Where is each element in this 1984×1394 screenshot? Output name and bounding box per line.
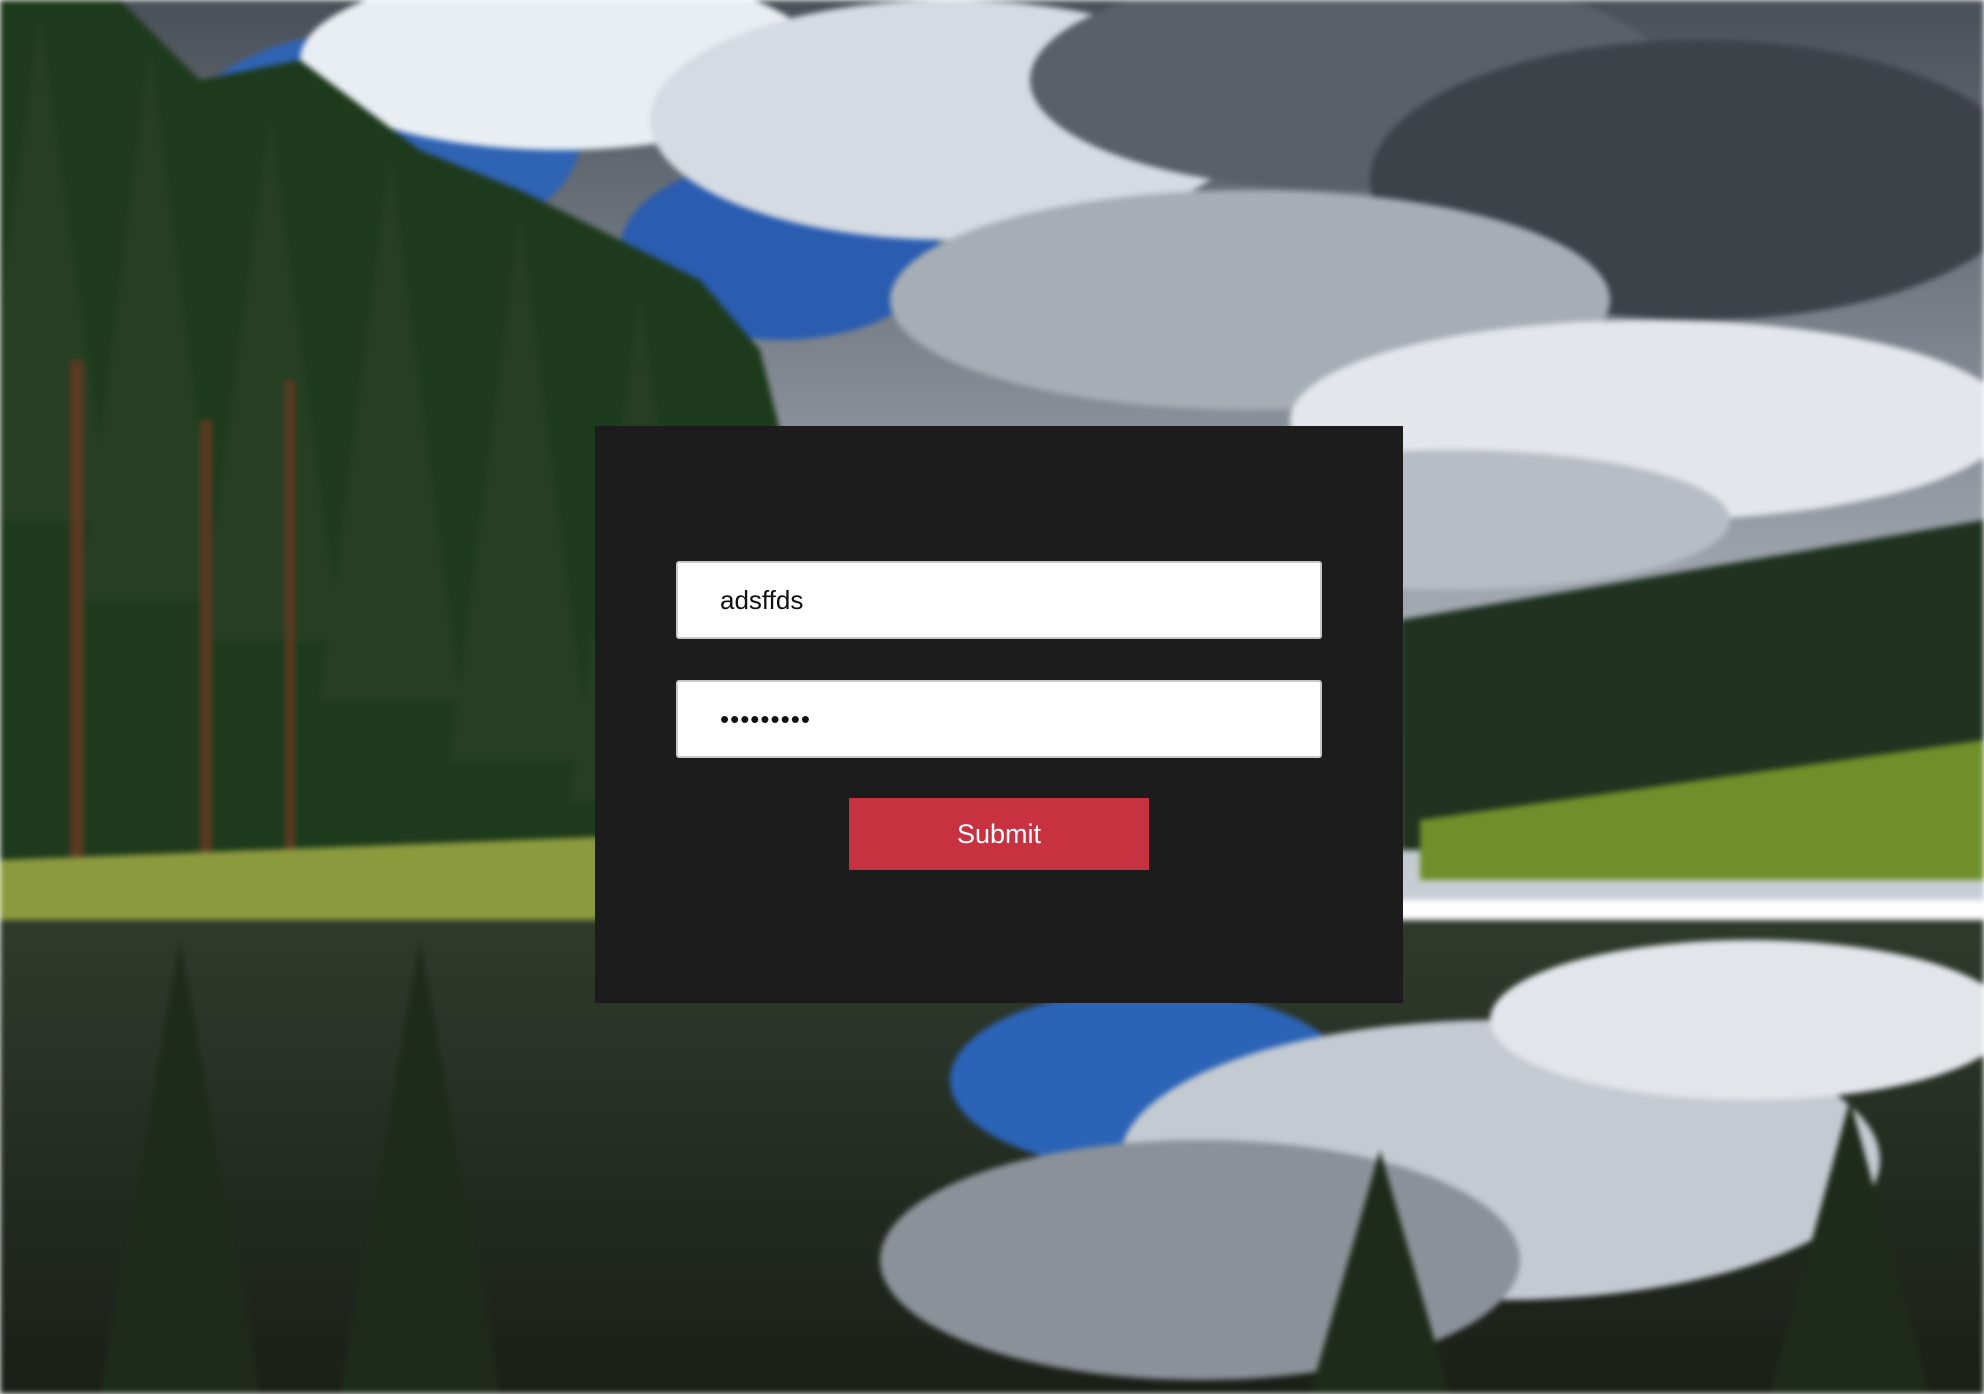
username-input[interactable] (676, 561, 1322, 639)
login-card: Submit (595, 426, 1403, 1003)
submit-button[interactable]: Submit (849, 798, 1149, 870)
password-input[interactable] (676, 680, 1322, 758)
